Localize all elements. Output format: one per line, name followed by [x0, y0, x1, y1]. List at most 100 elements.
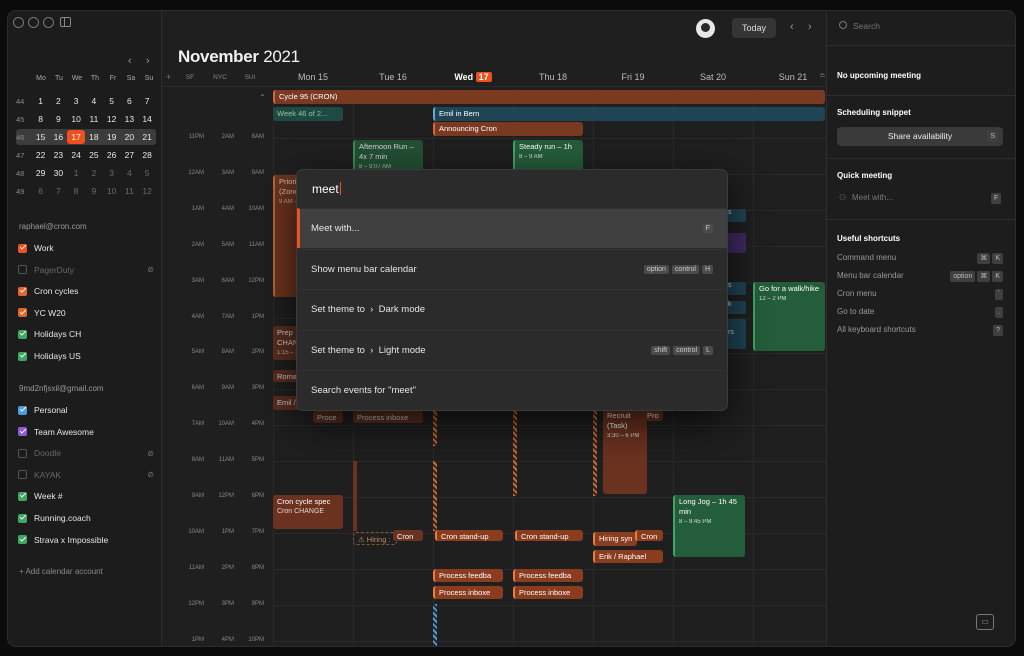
today-button[interactable]: Today [732, 18, 776, 38]
mini-cal-day[interactable]: 12 [138, 186, 156, 196]
checkbox-icon[interactable] [18, 286, 27, 296]
prev-week-icon[interactable]: ‹ [790, 21, 794, 33]
avatar[interactable] [696, 19, 715, 38]
mini-cal-day[interactable]: 25 [85, 150, 103, 160]
day-header-sat[interactable]: Sat 20 [673, 72, 753, 82]
event-process-feedback-2[interactable]: Process feedba [513, 569, 583, 582]
calendar-item[interactable]: Doodle ⊘ [18, 446, 154, 460]
event-recruit[interactable]: Recruit (Task) 3:30 – 6 PM [603, 409, 647, 494]
mini-cal-day[interactable]: 21 [138, 132, 156, 142]
meet-with-input[interactable]: Meet with... [852, 193, 893, 202]
add-timezone-icon[interactable]: + [166, 72, 171, 82]
minimize-window-button[interactable] [28, 17, 39, 28]
event-hiring-syn[interactable]: Hiring syn [593, 532, 637, 546]
mini-cal-day[interactable]: 22 [32, 150, 50, 160]
mini-cal-day[interactable]: 17 [67, 130, 86, 144]
event-hatch[interactable] [433, 461, 437, 531]
mini-cal-day[interactable]: 23 [50, 150, 68, 160]
collapse-allday-icon[interactable]: ≐ [819, 71, 826, 80]
mini-cal-day[interactable]: 4 [121, 168, 139, 178]
mini-cal-day[interactable]: 20 [121, 132, 139, 142]
mini-cal-day[interactable]: 1 [32, 96, 50, 106]
day-header-tue[interactable]: Tue 16 [353, 72, 433, 82]
close-window-button[interactable] [13, 17, 24, 28]
checkbox-icon[interactable] [18, 427, 27, 437]
shortcut-row[interactable]: Cron menu ` [837, 289, 1003, 300]
feedback-icon[interactable]: ▭ [976, 614, 994, 630]
shortcut-row[interactable]: Command menu ⌘ K [837, 253, 1003, 264]
mini-cal-day[interactable]: 15 [32, 132, 50, 142]
mini-cal-day[interactable]: 11 [121, 186, 139, 196]
mini-cal-day[interactable]: 28 [138, 150, 156, 160]
calendar-item[interactable]: Personal [18, 403, 154, 417]
next-week-icon[interactable]: › [808, 21, 812, 33]
event-partial[interactable]: s [726, 282, 746, 295]
mini-cal-day[interactable]: 11 [85, 114, 103, 124]
event-hiring[interactable]: ⚠ Hiring : [353, 532, 397, 545]
event-go-for-walk[interactable]: Go for a walk/hike 12 – 2 PM [753, 282, 825, 351]
checkbox-icon[interactable] [18, 329, 27, 339]
mini-cal-day[interactable]: 3 [103, 168, 121, 178]
calendar-item[interactable]: Running.coach [18, 511, 154, 525]
mini-cal-day[interactable]: 2 [85, 168, 103, 178]
event-week46[interactable]: Week 46 of 2... [273, 107, 343, 121]
calendar-item[interactable]: PagerDuty ⊘ [18, 263, 154, 277]
mini-cal-day[interactable]: 4 [85, 96, 103, 106]
mini-cal-day[interactable]: 18 [85, 132, 103, 142]
mini-cal-day[interactable]: 14 [138, 114, 156, 124]
calendar-item[interactable]: Holidays US [18, 349, 154, 363]
calendar-item[interactable]: Cron cycles [18, 284, 154, 298]
mini-cal-day[interactable]: 26 [103, 150, 121, 160]
calendar-item[interactable]: Work [18, 241, 154, 255]
event-cycle[interactable]: Cycle 95 (CRON) [273, 90, 825, 104]
mini-cal-day[interactable]: 8 [67, 186, 85, 196]
calendar-item[interactable]: Week # [18, 489, 154, 503]
shortcut-row[interactable]: Go to date. [837, 307, 1003, 318]
checkbox-icon[interactable] [18, 448, 27, 458]
calendar-item[interactable]: Holidays CH [18, 327, 154, 341]
mini-cal-day[interactable]: 5 [138, 168, 156, 178]
event-emil-bern[interactable]: Emil in Bern [433, 107, 825, 121]
mini-cal-day[interactable]: 9 [50, 114, 68, 124]
mini-cal-day[interactable]: 9 [85, 186, 103, 196]
mini-cal-day[interactable]: 27 [121, 150, 139, 160]
mini-cal-day[interactable]: 10 [67, 114, 85, 124]
day-header-wed[interactable]: Wed 17 [433, 72, 513, 82]
event-cron-standup[interactable]: Cron stand-up [435, 530, 503, 541]
mini-cal-day[interactable]: 6 [32, 186, 50, 196]
checkbox-icon[interactable] [18, 265, 27, 275]
command-item[interactable]: Show menu bar calendar option control H [297, 248, 727, 289]
checkbox-icon[interactable] [18, 243, 27, 253]
sidebar-toggle-icon[interactable] [60, 17, 71, 27]
checkbox-icon[interactable] [18, 405, 27, 415]
checkbox-icon[interactable] [18, 351, 27, 361]
share-availability-button[interactable]: Share availability S [837, 127, 1003, 146]
zoom-window-button[interactable] [43, 17, 54, 28]
mini-cal-day[interactable]: 13 [121, 114, 139, 124]
calendar-item[interactable]: KAYAK ⊘ [18, 468, 154, 482]
day-header-fri[interactable]: Fri 19 [593, 72, 673, 82]
mini-cal-next-icon[interactable]: › [146, 55, 150, 67]
mini-cal-day[interactable]: 7 [50, 186, 68, 196]
mini-cal-day[interactable]: 19 [103, 132, 121, 142]
event-erik-raphael[interactable]: Erik / Raphael [593, 550, 663, 563]
event-process-inbox-2[interactable]: Process inboxe [433, 586, 503, 599]
event-proce[interactable]: Proce [313, 411, 343, 423]
event-partial[interactable]: rs [726, 319, 746, 349]
event-cron-2[interactable]: Cron [635, 530, 663, 541]
mini-cal-day[interactable]: 3 [67, 96, 85, 106]
calendar-item[interactable]: YC W20 [18, 306, 154, 320]
search-input[interactable] [853, 19, 1003, 33]
mini-cal-day[interactable]: 10 [103, 186, 121, 196]
hidden-eye-icon[interactable]: ⊘ [147, 265, 154, 274]
expand-allday-icon[interactable]: ⌃ [259, 93, 266, 102]
mini-cal-day[interactable]: 30 [50, 168, 68, 178]
checkbox-icon[interactable] [18, 491, 27, 501]
event-hatch[interactable] [513, 406, 517, 496]
add-calendar-account-button[interactable]: + Add calendar account [19, 567, 103, 576]
mini-cal-day[interactable]: 24 [67, 150, 85, 160]
event-partial[interactable]: s [726, 209, 746, 222]
event-process-inbox[interactable]: Process inboxe [353, 411, 423, 423]
mini-cal-day[interactable]: 5 [103, 96, 121, 106]
event-hatch[interactable] [593, 406, 597, 496]
